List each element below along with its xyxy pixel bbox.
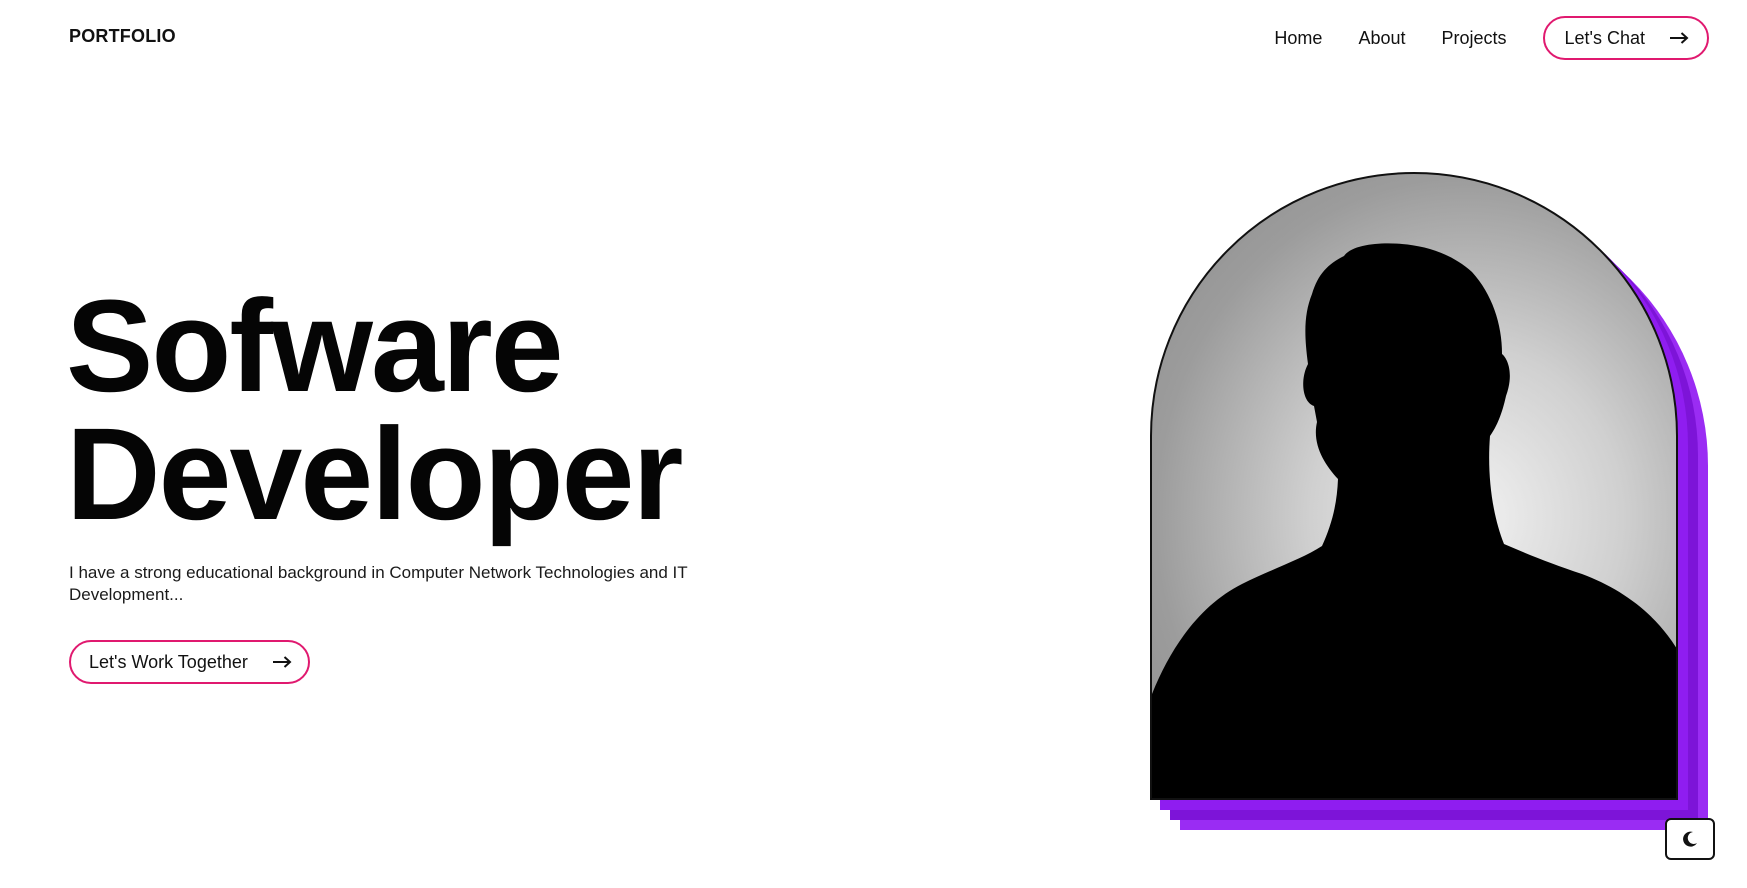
work-together-label: Let's Work Together (89, 651, 248, 672)
arrow-right-icon (1670, 32, 1689, 44)
moon-icon (1683, 831, 1697, 847)
hero-title-line1: Sofware (66, 272, 564, 419)
portfolio-page: PORTFOLIO Home About Projects Let's Chat… (0, 0, 1747, 888)
hero-title: Sofware Developer (66, 272, 683, 547)
main-nav: Home About Projects Let's Chat (1274, 16, 1709, 60)
arrow-right-icon (272, 656, 292, 668)
portrait-frame (1150, 172, 1708, 832)
brand-logo[interactable]: PORTFOLIO (69, 26, 176, 47)
work-together-button[interactable]: Let's Work Together (69, 640, 310, 684)
nav-link-projects[interactable]: Projects (1441, 28, 1506, 49)
nav-link-home[interactable]: Home (1274, 28, 1322, 49)
lets-chat-button[interactable]: Let's Chat (1542, 16, 1709, 60)
lets-chat-label: Let's Chat (1564, 27, 1645, 48)
hero-title-line2: Developer (66, 400, 683, 547)
hero-description: I have a strong educational background i… (69, 563, 688, 604)
theme-toggle-button[interactable] (1665, 818, 1715, 860)
portrait-image (1150, 172, 1678, 800)
person-silhouette-icon (1152, 243, 1676, 798)
nav-link-about[interactable]: About (1358, 28, 1405, 49)
